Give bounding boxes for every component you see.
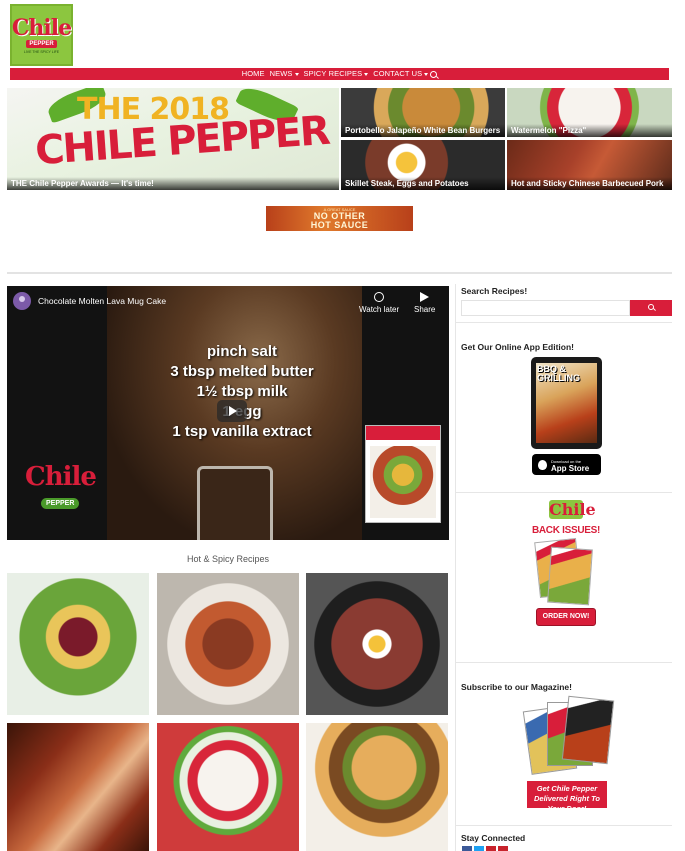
- banner-ad-line3: HOT SAUCE: [310, 220, 369, 230]
- overlay-line: 1½ tbsp milk: [196, 383, 288, 400]
- hero-tile-caption[interactable]: Watermelon "Pizza": [507, 124, 672, 137]
- hero-tile-caption[interactable]: Portobello Jalapeño White Bean Burgers: [341, 124, 505, 137]
- search-button[interactable]: [630, 300, 672, 316]
- recipe-thumbnail[interactable]: [306, 573, 448, 715]
- search-recipes-title: Search Recipes!: [461, 286, 528, 296]
- twitter-icon[interactable]: [474, 846, 484, 851]
- subscribe-cta-button[interactable]: Get Chile Pepper Delivered Right To Your…: [527, 781, 607, 813]
- app-store-big-text: App Store: [551, 463, 590, 473]
- video-brand-badge: PEPPER: [41, 498, 80, 509]
- recipe-thumbnail[interactable]: [157, 723, 299, 851]
- video-title-row: Chocolate Molten Lava Mug Cake: [13, 292, 166, 310]
- overlay-line: 1 tsp vanilla extract: [172, 423, 312, 440]
- magazine-cover-image: [365, 425, 441, 523]
- app-edition-title: Get Our Online App Edition!: [461, 342, 575, 352]
- nav-item-home[interactable]: HOME: [242, 68, 265, 80]
- facebook-icon[interactable]: [462, 846, 472, 851]
- site-logo[interactable]: Chile PEPPER LIVE THE SPICY LIFE: [10, 4, 73, 66]
- hero-tile-barbecued-pork[interactable]: Hot and Sticky Chinese Barbecued Pork: [507, 140, 672, 190]
- nav-label: NEWS: [269, 69, 293, 78]
- tablet-app-image[interactable]: BBQ & GRILLING: [531, 357, 602, 449]
- share-button[interactable]: Share: [414, 292, 435, 314]
- search-icon: [648, 304, 654, 310]
- magazine-photo: [370, 446, 436, 518]
- mug-image: [197, 466, 273, 540]
- video-brand-word: Chile: [25, 462, 97, 492]
- video-title[interactable]: Chocolate Molten Lava Mug Cake: [38, 296, 166, 306]
- hero-main-feature[interactable]: THE 2018 CHILE PEPPER THE Chile Pepper A…: [7, 88, 339, 190]
- youtube-icon[interactable]: [498, 846, 508, 851]
- banner-ad[interactable]: A GREAT SAUCE NO OTHER HOT SAUCE: [266, 206, 413, 231]
- hero-tile-skillet-steak[interactable]: Skillet Steak, Eggs and Potatoes: [341, 140, 505, 190]
- nav-item-contact-us[interactable]: CONTACT US: [373, 68, 438, 80]
- sidebar-rule: [456, 322, 672, 323]
- sidebar-rule: [456, 825, 672, 826]
- divider: [7, 272, 672, 274]
- magazine-masthead: [366, 426, 440, 440]
- apple-icon: [538, 459, 547, 470]
- channel-avatar[interactable]: [13, 292, 31, 310]
- stay-connected-title: Stay Connected: [461, 833, 526, 843]
- logo-tagline: LIVE THE SPICY LIFE: [23, 49, 60, 54]
- watch-later-button[interactable]: Watch later: [359, 292, 399, 314]
- caret-down-icon: [424, 72, 429, 76]
- clock-icon: [374, 292, 385, 302]
- recipe-thumbnail[interactable]: [157, 573, 299, 715]
- magazine-cover-image: [561, 695, 615, 765]
- nav-label: HOME: [241, 69, 265, 78]
- nav-label: CONTACT US: [373, 69, 423, 78]
- app-store-text: Download on the App Store: [551, 458, 590, 473]
- tablet-cover-text: BBQ & GRILLING: [537, 364, 580, 383]
- nav-item-news[interactable]: NEWS: [270, 68, 299, 80]
- hero-tile-caption[interactable]: Skillet Steak, Eggs and Potatoes: [341, 177, 505, 190]
- back-issues-magazines: [531, 537, 601, 606]
- main-nav: HOME NEWS SPICY RECIPES CONTACT US: [10, 68, 669, 80]
- section-label-recipes: Hot & Spicy Recipes: [186, 554, 270, 564]
- sidebar-rule: [456, 662, 672, 663]
- recipe-thumbnail[interactable]: [7, 573, 149, 715]
- logo-badge: PEPPER: [26, 39, 57, 48]
- caret-down-icon: [364, 72, 369, 76]
- search-input[interactable]: [461, 300, 630, 316]
- overlay-line: 3 tbsp melted butter: [170, 363, 314, 380]
- hero-tile-caption[interactable]: Hot and Sticky Chinese Barbecued Pork: [507, 177, 672, 190]
- hero-tile-burgers[interactable]: Portobello Jalapeño White Bean Burgers: [341, 88, 505, 137]
- recipe-thumbnail[interactable]: [306, 723, 448, 851]
- back-issues-logo: Chile: [549, 500, 596, 519]
- video-player[interactable]: pinch salt 3 tbsp melted butter 1½ tbsp …: [7, 286, 449, 540]
- sidebar-rule: [456, 492, 672, 493]
- pinterest-icon[interactable]: [486, 846, 496, 851]
- magazine-cover-image: [547, 546, 593, 606]
- back-issues-text: BACK ISSUES!: [531, 525, 601, 536]
- recipe-thumbnail[interactable]: [7, 723, 149, 851]
- share-label: Share: [414, 305, 436, 314]
- order-now-button[interactable]: ORDER NOW!: [536, 608, 596, 626]
- nav-label: SPICY RECIPES: [303, 69, 363, 78]
- subscribe-magazines[interactable]: [522, 695, 615, 780]
- logo-word: Chile: [11, 14, 72, 41]
- video-overlay-text: pinch salt 3 tbsp melted butter 1½ tbsp …: [137, 342, 347, 442]
- watch-later-label: Watch later: [359, 305, 400, 314]
- caret-down-icon: [294, 72, 299, 76]
- app-store-badge[interactable]: Download on the App Store: [532, 454, 601, 475]
- hero-tile-watermelon-pizza[interactable]: Watermelon "Pizza": [507, 88, 672, 137]
- back-issues-ad[interactable]: Chile BACK ISSUES! ORDER NOW!: [531, 498, 601, 640]
- search-icon[interactable]: [430, 70, 438, 78]
- share-icon: [420, 292, 430, 302]
- video-brand-logo: Chile PEPPER: [25, 462, 97, 510]
- hero-main-caption[interactable]: THE Chile Pepper Awards — It's time!: [7, 177, 339, 190]
- play-button[interactable]: [217, 400, 247, 422]
- nav-item-spicy-recipes[interactable]: SPICY RECIPES: [304, 68, 369, 80]
- overlay-line: pinch salt: [206, 343, 277, 360]
- subscribe-title: Subscribe to our Magazine!: [461, 682, 572, 692]
- sidebar-divider: [455, 284, 456, 851]
